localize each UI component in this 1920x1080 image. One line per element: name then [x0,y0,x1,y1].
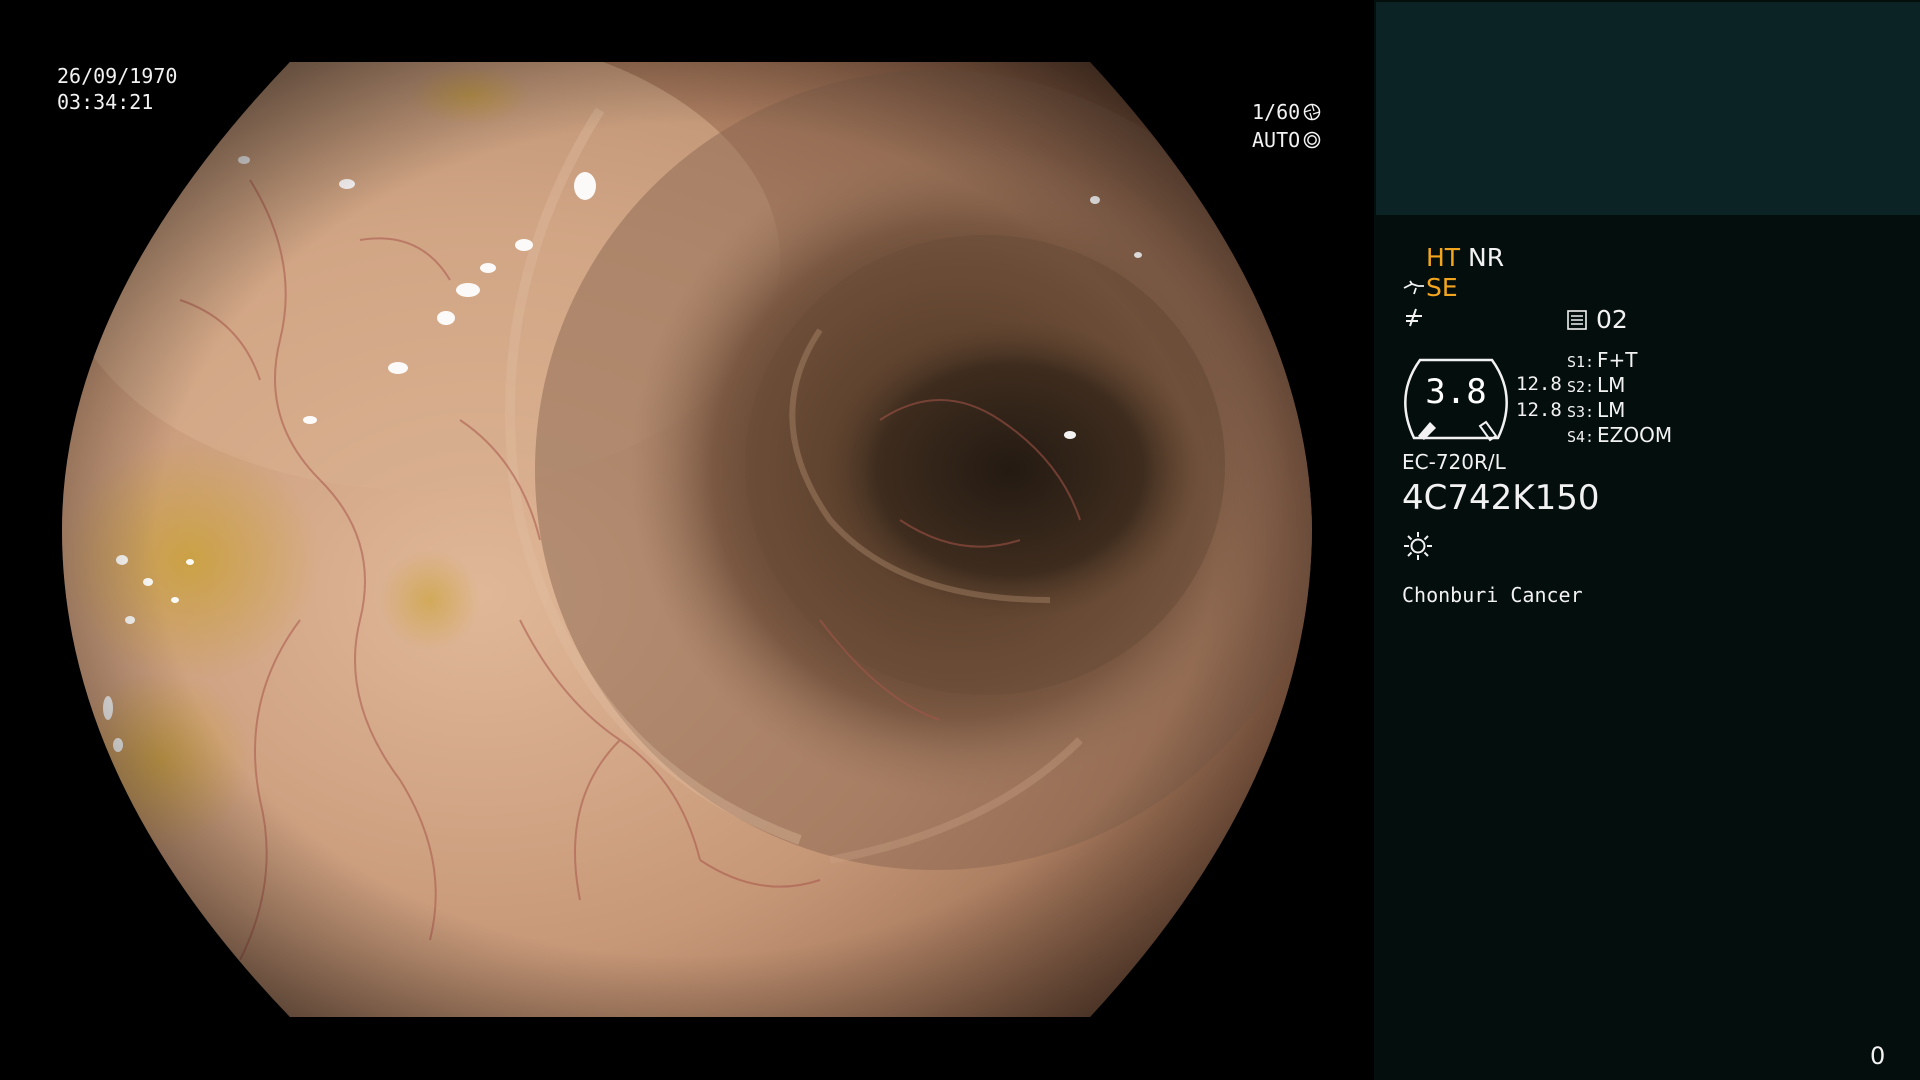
structure-enhancement-row: SE [1402,274,1458,302]
scope-switch-list: S1: F+T S2: LM S3: LM S4: EZOOM [1567,348,1672,448]
institution-name: Chonburi Cancer [1402,583,1583,607]
gauge-reading-a: 12.8 [1516,373,1562,395]
switch-key: S1: [1567,353,1595,371]
light-source-indicator [1402,530,1434,562]
auto-exposure-icon [1303,131,1321,149]
date-text: 26/09/1970 [57,64,178,88]
endoscopic-view [62,62,1312,1017]
light-source-icon [1404,532,1432,560]
datetime-display: 26/09/1970 03:34:21 [57,63,177,115]
mode-nr-label: NR [1468,243,1505,272]
mode-ht-label: HT [1426,243,1461,272]
flat-icon [1406,308,1422,327]
switch-row: S1: F+T [1567,348,1672,373]
gauge-reading-b: 12.8 [1516,399,1562,421]
gauge-value: 3.8 [1425,372,1487,412]
switch-value: LM [1597,373,1626,397]
switch-row: S3: LM [1567,398,1672,423]
exposure-mode-text: AUTO [1252,128,1301,152]
switch-value: F+T [1597,348,1638,372]
memory-value: 02 [1596,305,1628,334]
frame-counter: 0 [1870,1042,1886,1070]
endoscope-image-area: 26/09/1970 03:34:21 1/60 AUTO [0,0,1374,1080]
switch-row: S4: EZOOM [1567,423,1672,448]
memory-row: 02 [1566,306,1628,334]
switch-value: EZOOM [1597,423,1673,447]
exposure-settings: 1/60 AUTO [1252,98,1321,154]
switch-key: S2: [1567,378,1595,396]
time-text: 03:34:21 [57,90,154,114]
info-panel: HT NR SE 02 3.8 12.8 12.8 S1: F+T S2: LM… [1374,0,1920,1080]
memory-icon [1567,310,1587,330]
panel-header-area [1376,2,1920,215]
switch-value: LM [1597,398,1626,422]
scope-icon [1403,280,1424,295]
flat-mode-row [1402,306,1426,328]
scope-model: EC-720R/L [1402,450,1506,474]
switch-key: S3: [1567,403,1595,421]
switch-row: S2: LM [1567,373,1672,398]
shutter-speed-text: 1/60 [1252,100,1301,124]
image-mode-row: HT NR [1426,244,1504,272]
switch-key: S4: [1567,428,1595,446]
scope-serial-number: 4C742K150 [1402,478,1600,518]
mode-se-label: SE [1426,273,1458,302]
gauge: 3.8 [1400,350,1518,444]
shutter-icon [1303,103,1321,121]
